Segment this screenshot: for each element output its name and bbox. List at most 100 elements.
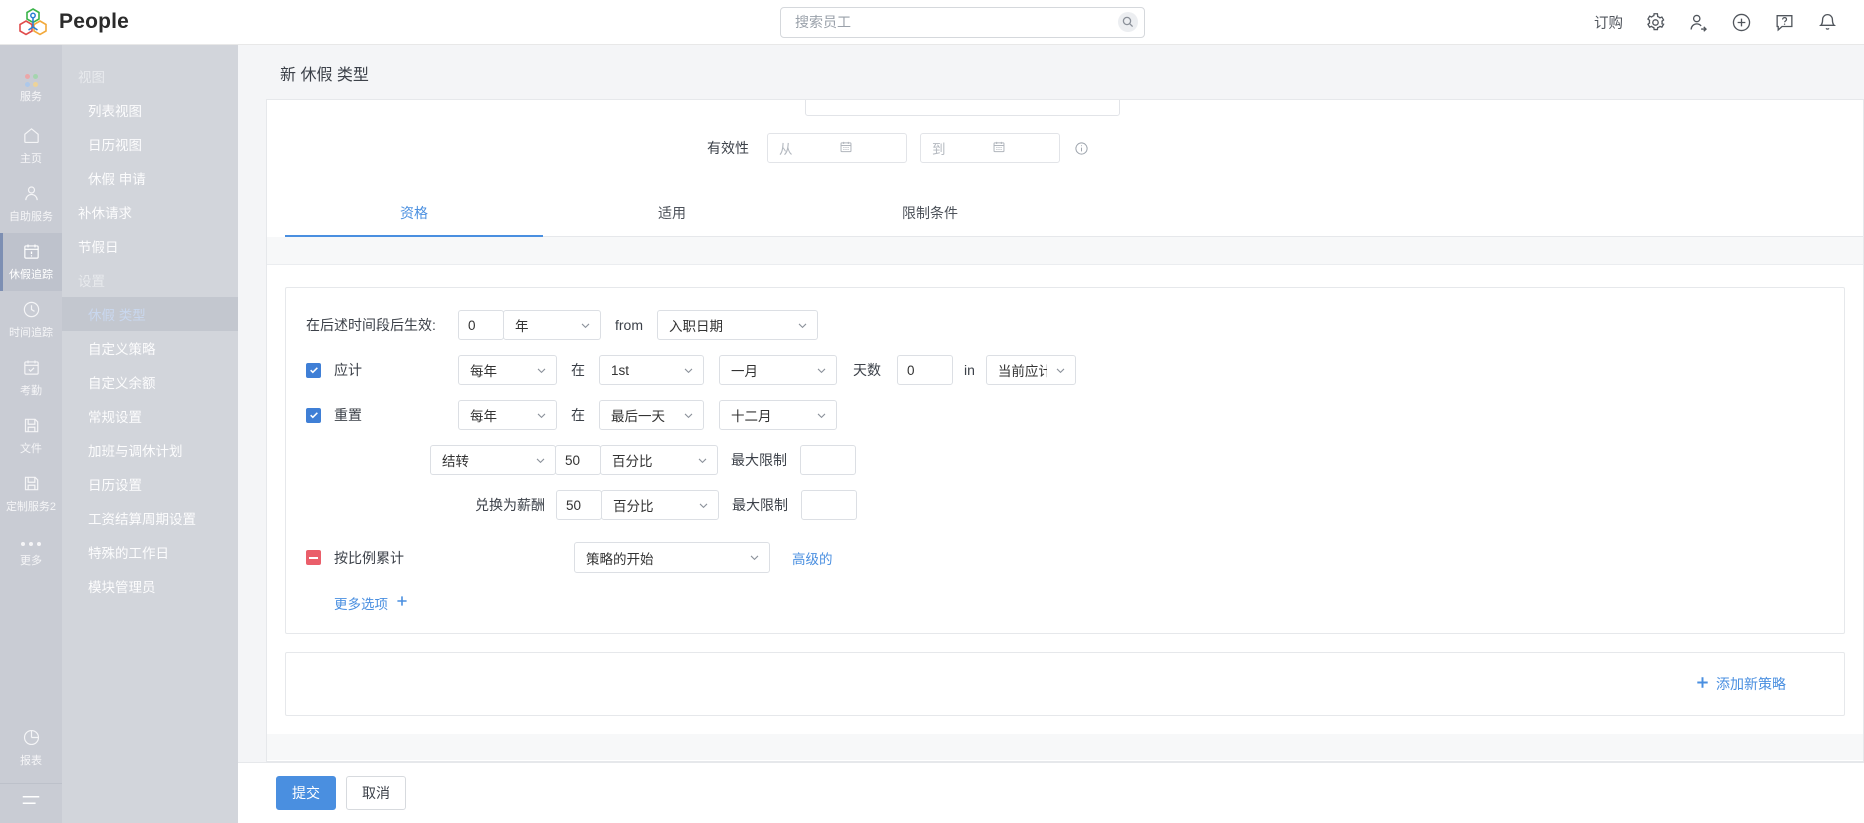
add-user-icon[interactable] [1688, 12, 1709, 33]
cancel-button[interactable]: 取消 [346, 776, 406, 810]
accrual-checkbox[interactable] [306, 363, 321, 378]
effective-after-source-select[interactable]: 入职日期 [657, 310, 818, 340]
rail-item-home[interactable]: 主页 [0, 117, 62, 175]
validity-from-input[interactable]: 从 [767, 133, 907, 163]
encashment-row: 兑换为薪酬 百分比 最大限制 [306, 490, 1826, 520]
sidebar-item-custom-balance[interactable]: 自定义余额 [62, 365, 238, 399]
subnav-group-label: 视图 [62, 59, 238, 93]
prorate-checkbox[interactable] [306, 550, 321, 565]
sidebar-item-calendar-settings[interactable]: 日历设置 [62, 467, 238, 501]
select-value: 一月 [731, 360, 808, 380]
rail-label: 文件 [20, 443, 42, 456]
sidebar-item-calendar-view[interactable]: 日历视图 [62, 127, 238, 161]
plus-circle-icon[interactable] [1731, 12, 1752, 33]
more-options-row[interactable]: 更多选项 [334, 593, 1826, 613]
search-input[interactable] [795, 14, 1118, 30]
bell-icon[interactable] [1817, 12, 1838, 33]
select-value: 年 [515, 315, 572, 335]
rail-item-reports[interactable]: 报表 [0, 719, 62, 777]
bottom-padding [267, 734, 1863, 760]
search-container [780, 7, 1145, 38]
accrual-target-select[interactable]: 当前应计 [986, 355, 1076, 385]
tab-applicability[interactable]: 适用 [543, 191, 801, 236]
tab-restrictions[interactable]: 限制条件 [801, 191, 1059, 236]
calendar-icon[interactable] [992, 140, 1052, 157]
prorate-label: 按比例累计 [334, 548, 404, 568]
prorate-basis-select[interactable]: 策略的开始 [574, 542, 770, 573]
subnav-section: 补休请求 节假日 [62, 195, 238, 263]
policy-section: 在后述时间段后生效: 年 from 入职日 [267, 265, 1863, 761]
sidebar-item-overtime-plan[interactable]: 加班与调休计划 [62, 433, 238, 467]
plus-icon[interactable] [396, 594, 408, 612]
help-icon[interactable] [1774, 12, 1795, 33]
chevron-down-icon [749, 552, 760, 563]
carryover-max-input[interactable] [800, 445, 856, 475]
sidebar-item-leave-type[interactable]: 休假 类型 [62, 297, 238, 331]
select-value: 十二月 [731, 405, 808, 425]
encashment-value-input[interactable] [556, 490, 602, 520]
search-box[interactable] [780, 7, 1145, 38]
gear-icon[interactable] [1645, 12, 1666, 33]
carryover-row: 结转 百分比 [306, 445, 1826, 475]
accrual-day-select[interactable]: 1st [599, 355, 704, 385]
sidebar-item-list-view[interactable]: 列表视图 [62, 93, 238, 127]
chevron-down-icon [536, 365, 547, 376]
search-icon[interactable] [1118, 12, 1138, 32]
rail-item-services[interactable]: 服务 [0, 59, 62, 117]
rail-item-files[interactable]: 文件 [0, 407, 62, 465]
rail-item-self-service[interactable]: 自助服务 [0, 175, 62, 233]
carryover-type-select[interactable]: 结转 [430, 445, 556, 475]
sidebar-item-module-admin[interactable]: 模块管理员 [62, 569, 238, 603]
order-link[interactable]: 订购 [1594, 12, 1623, 33]
carryover-value-input[interactable] [555, 445, 601, 475]
rail-item-attendance[interactable]: 考勤 [0, 349, 62, 407]
chevron-down-icon [535, 455, 546, 466]
select-value: 当前应计 [998, 360, 1047, 380]
add-policy-label: 添加新策略 [1716, 674, 1786, 694]
sidebar-item-holidays[interactable]: 节假日 [62, 229, 238, 263]
validity-to-input[interactable]: 到 [920, 133, 1060, 163]
submit-button[interactable]: 提交 [276, 776, 336, 810]
validity-label: 有效性 [267, 138, 767, 158]
sidebar-item-compoff-request[interactable]: 补休请求 [62, 195, 238, 229]
reset-month-select[interactable]: 十二月 [719, 400, 837, 430]
effective-after-unit-select[interactable]: 年 [503, 310, 601, 340]
tab-eligibility[interactable]: 资格 [285, 191, 543, 236]
accrual-frequency-select[interactable]: 每年 [458, 355, 557, 385]
sidebar-item-payroll-cycle-settings[interactable]: 工资结算周期设置 [62, 501, 238, 535]
rail-item-time-tracker[interactable]: 时间追踪 [0, 291, 62, 349]
reset-checkbox[interactable] [306, 408, 321, 423]
encashment-unit-select[interactable]: 百分比 [601, 490, 719, 520]
sidebar-item-custom-policy[interactable]: 自定义策略 [62, 331, 238, 365]
collapse-menu-icon[interactable] [20, 792, 42, 813]
effective-after-amount-input[interactable] [458, 310, 504, 340]
info-icon[interactable] [1074, 141, 1089, 156]
section-divider-strip [267, 237, 1863, 265]
rail-label: 主页 [20, 153, 42, 166]
description-field[interactable] [805, 99, 1120, 116]
rail-item-more[interactable]: 更多 [0, 523, 62, 581]
add-policy-button[interactable]: 添加新策略 [1696, 674, 1786, 694]
home-icon [22, 126, 41, 150]
encashment-max-input[interactable] [801, 490, 857, 520]
carryover-unit-select[interactable]: 百分比 [600, 445, 718, 475]
accrual-days-input[interactable] [897, 355, 953, 385]
rail-item-custom-service-2[interactable]: 定制服务2 [0, 465, 62, 523]
chevron-down-icon [1055, 365, 1066, 376]
rail-item-leave-tracker[interactable]: 休假追踪 [0, 233, 62, 291]
prorate-advanced-link[interactable]: 高级的 [792, 548, 833, 568]
chevron-down-icon [816, 410, 827, 421]
sidebar-item-general-settings[interactable]: 常规设置 [62, 399, 238, 433]
sidebar-item-special-workdays[interactable]: 特殊的工作日 [62, 535, 238, 569]
pie-chart-icon [22, 728, 41, 752]
reset-day-select[interactable]: 最后一天 [599, 400, 704, 430]
brand-name: People [59, 10, 129, 34]
reset-frequency-select[interactable]: 每年 [458, 400, 557, 430]
brand[interactable]: People [0, 7, 270, 37]
more-options-label[interactable]: 更多选项 [334, 593, 388, 613]
sidebar-item-leave-request[interactable]: 休假 申请 [62, 161, 238, 195]
accrual-month-select[interactable]: 一月 [719, 355, 837, 385]
top-actions: 订购 [1594, 12, 1864, 33]
calendar-icon[interactable] [839, 140, 899, 157]
effective-after-row: 在后述时间段后生效: 年 from 入职日 [306, 310, 1826, 340]
